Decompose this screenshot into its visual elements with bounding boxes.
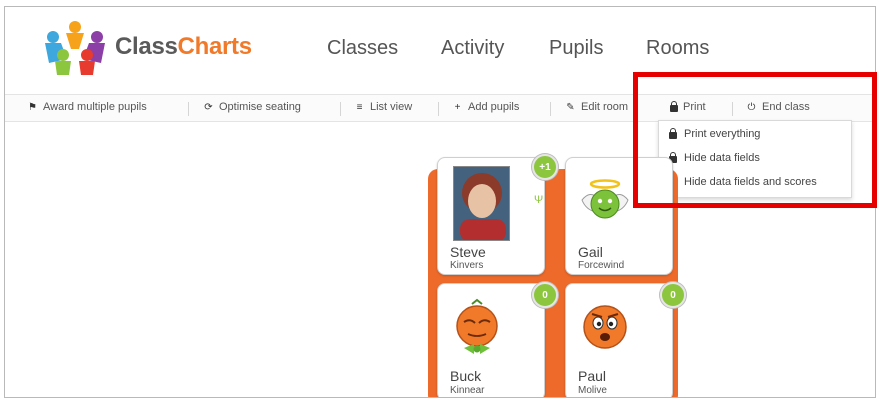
pupil-last-name: Kinnear [450,385,485,396]
classcharts-logo-icon[interactable] [39,19,111,75]
refresh-icon: ⟳ [204,101,213,113]
pupil-card-paul[interactable]: 0 Paul Molive [565,282,686,397]
end-label: End class [762,101,810,113]
score-badge[interactable]: 0 [532,282,558,308]
flag-icon: ⚑ [28,101,37,113]
edit-room-button[interactable]: ✎ Edit room [565,101,628,113]
nav-rooms[interactable]: Rooms [646,37,709,60]
pencil-icon: ✎ [566,101,575,113]
hide-data-fields-and-scores-item[interactable]: Hide data fields and scores [669,176,817,188]
pupil-first-name: Gail [578,244,603,260]
score-badge[interactable]: 0 [660,282,686,308]
nav-classes[interactable]: Classes [327,37,398,60]
print-dropdown: Print everything Hide data fields Hide d… [658,120,852,198]
print-everything-item[interactable]: Print everything [669,128,760,140]
power-icon: ⏻ [747,101,756,113]
toolbar-divider [188,102,189,116]
menu-item-label: Hide data fields and scores [684,176,817,188]
pupil-first-name: Paul [578,368,607,384]
worried-avatar-icon [583,305,627,349]
angel-avatar-icon [581,179,629,219]
listview-label: List view [370,101,413,113]
end-class-button[interactable]: ⏻ End class [746,101,810,113]
nav-pupils[interactable]: Pupils [549,37,603,60]
plus-icon: + [454,101,461,113]
add-pupils-button[interactable]: + Add pupils [452,101,520,113]
add-label: Add pupils [468,101,520,113]
toolbar-divider [438,102,439,116]
app-window: ClassCharts Classes Activity Pupils Room… [4,6,876,398]
pupil-last-name: Kinvers [450,260,484,271]
brand-part-2: Charts [177,33,253,60]
nav-activity[interactable]: Activity [441,37,504,60]
brand-name: ClassCharts [115,33,252,61]
lock-icon [669,128,677,139]
menu-item-label: Hide data fields [684,152,760,164]
toolbar: ⚑ Award multiple pupils ⟳ Optimise seati… [5,94,875,122]
edit-label: Edit room [581,101,629,113]
pupil-card-steve[interactable]: Ψ +1 Steve Kinvers [437,154,558,275]
pupil-first-name: Buck [450,368,482,384]
score-badge[interactable]: +1 [532,154,558,180]
award-multiple-button[interactable]: ⚑ Award multiple pupils [27,101,147,113]
print-label: Print [683,101,706,113]
optimise-label: Optimise seating [219,101,301,113]
toolbar-divider [550,102,551,116]
award-label: Award multiple pupils [43,101,147,113]
pupil-card-gail[interactable]: Gail Forcewind [565,157,673,275]
pupil-card-buck[interactable]: 0 Buck Kinnear [437,282,558,397]
hide-data-fields-item[interactable]: Hide data fields [669,152,760,164]
award-icon: Ψ [534,194,544,206]
list-icon: ≡ [356,101,363,113]
pupil-first-name: Steve [450,244,486,260]
brand-part-1: Class [115,33,178,60]
toolbar-divider [732,102,733,116]
list-view-button[interactable]: ≡ List view [354,101,413,113]
menu-item-label: Print everything [684,128,761,140]
cool-avatar-icon [456,298,498,354]
pupil-photo [453,166,510,241]
print-button[interactable]: Print [670,101,706,113]
lock-icon [670,101,678,112]
toolbar-divider [340,102,341,116]
header: ClassCharts Classes Activity Pupils Room… [5,7,875,89]
pupil-last-name: Forcewind [578,260,625,271]
pupil-last-name: Molive [578,385,607,396]
optimise-seating-button[interactable]: ⟳ Optimise seating [203,101,301,113]
